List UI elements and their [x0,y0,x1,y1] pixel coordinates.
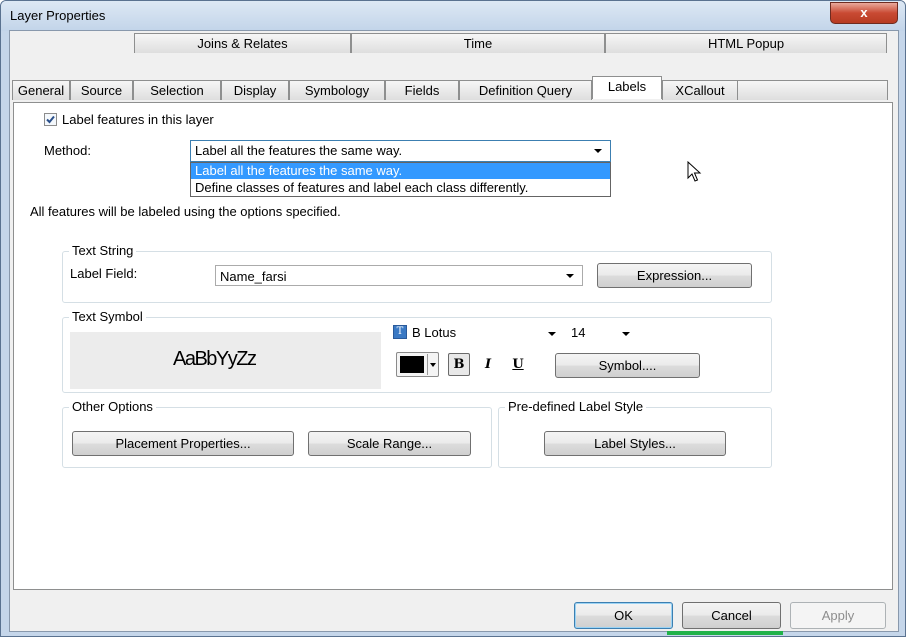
italic-toggle[interactable]: I [477,353,499,376]
method-select[interactable]: Label all the features the same way. [190,140,611,162]
tab-general[interactable]: General [12,80,70,100]
tab-html-popup[interactable]: HTML Popup [605,33,887,53]
apply-button[interactable]: Apply [790,602,886,629]
label-field-label: Label Field: [70,266,137,281]
symbol-button[interactable]: Symbol.... [555,353,700,378]
font-size-value: 14 [571,325,586,340]
preview-text: AaBbYyZz [173,348,257,370]
ok-button[interactable]: OK [574,602,673,629]
placement-properties-button[interactable]: Placement Properties... [72,431,294,456]
tab-strip-filler [738,80,888,100]
tab-fields[interactable]: Fields [385,80,459,100]
chevron-down-icon [430,363,436,367]
option-label: Define classes of features and label eac… [195,180,529,195]
label-features-label: Label features in this layer [62,112,214,127]
label-styles-button[interactable]: Label Styles... [544,431,726,456]
tab-labels[interactable]: Labels [592,76,662,99]
tab-definition-query[interactable]: Definition Query [459,80,592,100]
chevron-down-icon [566,274,574,278]
other-options-legend: Other Options [69,399,156,414]
chevron-down-icon [594,149,602,153]
layer-properties-window: Layer Properties x Joins & Relates Time … [0,0,906,637]
tab-xcallout[interactable]: XCallout [662,80,738,100]
method-selected-value: Label all the features the same way. [195,143,403,158]
font-name-value: B Lotus [412,325,457,340]
truetype-font-icon: T [393,325,407,339]
text-symbol-preview: AaBbYyZz [70,332,381,389]
dialog-client-area: Joins & Relates Time HTML Popup General … [9,30,899,632]
labels-tab-panel: Label features in this layer Method: Lab… [13,102,893,590]
option-label: Label all the features the same way. [195,163,403,178]
predefined-label-style-group: Pre-defined Label Style Label Styles... [498,399,772,468]
tab-symbology[interactable]: Symbology [289,80,385,100]
tab-joins-relates[interactable]: Joins & Relates [134,33,351,53]
predefined-label-style-legend: Pre-defined Label Style [505,399,647,414]
other-options-group: Other Options Placement Properties... Sc… [62,399,492,468]
text-symbol-legend: Text Symbol [69,309,146,324]
bold-toggle[interactable]: B [448,353,470,376]
method-option-define-classes[interactable]: Define classes of features and label eac… [191,179,610,196]
color-swatch [400,356,424,373]
checkmark-icon [46,115,55,124]
tab-display[interactable]: Display [221,80,289,100]
color-divider [427,354,428,375]
mouse-pointer-icon [687,161,702,182]
method-option-same-way[interactable]: Label all the features the same way. [191,163,610,179]
expression-button[interactable]: Expression... [597,263,752,288]
label-features-checkbox[interactable] [44,113,57,126]
text-symbol-group: Text Symbol AaBbYyZz T B Lotus 14 B I U … [62,309,772,393]
label-field-value: Name_farsi [220,269,287,284]
tab-time[interactable]: Time [351,33,605,53]
title-bar[interactable]: Layer Properties x [1,1,905,31]
font-size-select[interactable]: 14 [568,323,638,344]
text-string-legend: Text String [69,243,137,258]
text-color-button[interactable] [396,352,439,377]
info-text: All features will be labeled using the o… [30,204,341,219]
chevron-down-icon [622,332,630,336]
scale-range-button[interactable]: Scale Range... [308,431,471,456]
method-dropdown-list: Label all the features the same way. Def… [190,162,611,197]
font-name-select[interactable]: T B Lotus [393,323,561,344]
label-field-select[interactable]: Name_farsi [215,265,583,286]
tab-selection[interactable]: Selection [133,80,221,100]
text-string-group: Text String Label Field: Name_farsi Expr… [62,243,772,303]
underline-toggle[interactable]: U [507,353,529,376]
window-title: Layer Properties [10,8,106,23]
tab-source[interactable]: Source [70,80,133,100]
chevron-down-icon [548,332,556,336]
progress-strip [667,631,783,635]
close-button[interactable]: x [830,2,898,24]
label-field-text: Label Field: [70,266,138,281]
cancel-button[interactable]: Cancel [682,602,781,629]
method-label: Method: [44,143,91,158]
